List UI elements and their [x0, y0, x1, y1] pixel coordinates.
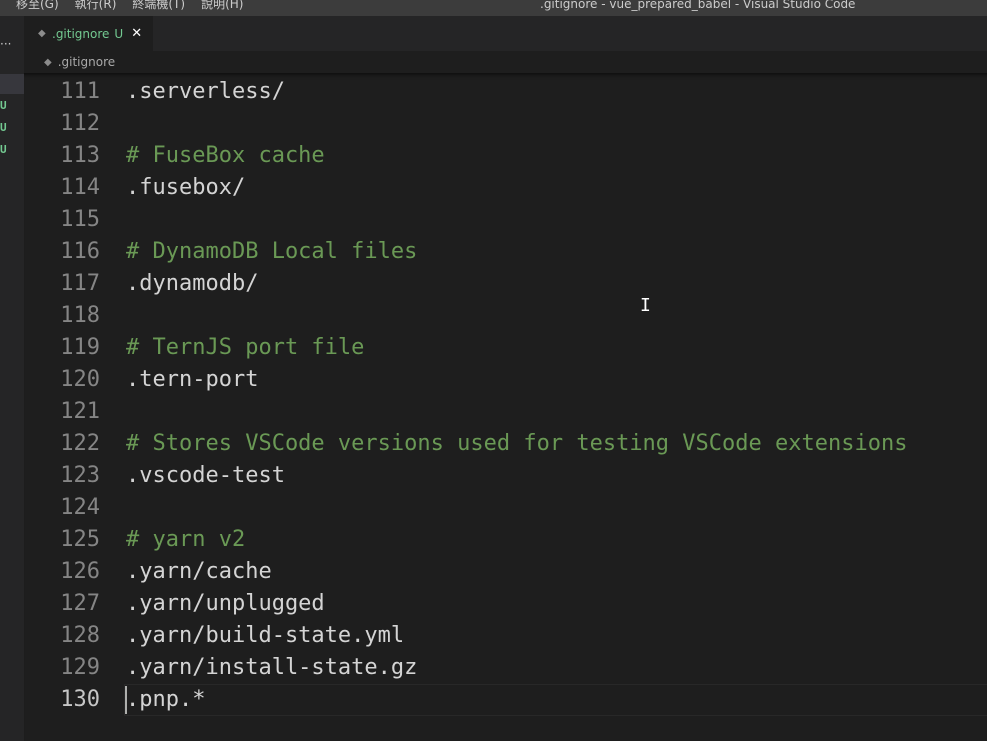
breadcrumb: ◆ .gitignore: [24, 51, 987, 73]
line-number: 112: [60, 111, 100, 136]
code-comment: # TernJS port file: [126, 335, 365, 360]
line-number: 118: [60, 303, 100, 328]
menu-run[interactable]: 執行(R): [75, 0, 117, 12]
menu-terminal[interactable]: 終端機(T): [132, 0, 185, 12]
code-text: .fusebox/: [126, 175, 246, 200]
breadcrumb-file[interactable]: .gitignore: [58, 55, 115, 69]
line-number: 122: [60, 431, 100, 456]
code-line[interactable]: 123 .vscode-test: [24, 460, 987, 492]
untracked-badge: U: [0, 121, 7, 134]
code-text: .serverless/: [126, 79, 285, 104]
code-line[interactable]: 122 # Stores VSCode versions used for tes…: [24, 428, 987, 460]
code-line[interactable]: 115: [24, 204, 987, 236]
code-line[interactable]: 121: [24, 396, 987, 428]
code-line[interactable]: 117 .dynamodb/: [24, 268, 987, 300]
code-line[interactable]: 114 .fusebox/: [24, 172, 987, 204]
line-number: 121: [60, 399, 100, 424]
close-icon[interactable]: ✕: [131, 26, 142, 41]
current-line-highlight: [124, 684, 987, 716]
code-comment: # DynamoDB Local files: [126, 239, 418, 264]
line-number: 124: [60, 495, 100, 520]
selected-explorer-item[interactable]: [0, 74, 24, 94]
code-text: .vscode-test: [126, 463, 285, 488]
code-line[interactable]: 112: [24, 108, 987, 140]
code-text: .yarn/build-state.yml: [126, 623, 405, 648]
line-number: 119: [60, 335, 100, 360]
line-number: 111: [60, 79, 100, 104]
menu-go[interactable]: 移至(G): [16, 0, 59, 12]
editor-tab-bar: ◆ .gitignore U ✕: [24, 16, 987, 51]
line-number: 127: [60, 591, 100, 616]
text-caret: [125, 686, 127, 714]
line-number: 117: [60, 271, 100, 296]
tab-label: .gitignore: [52, 26, 110, 41]
code-text: .dynamodb/: [126, 271, 259, 296]
line-number: 130: [60, 687, 100, 712]
code-text: .pnp.*: [126, 687, 206, 712]
line-number: 123: [60, 463, 100, 488]
line-number: 114: [60, 175, 100, 200]
line-number: 129: [60, 655, 100, 680]
code-text: .yarn/cache: [126, 559, 272, 584]
menu-bar: 移至(G) 執行(R) 終端機(T) 說明(H): [16, 0, 243, 12]
title-bar: 移至(G) 執行(R) 終端機(T) 說明(H) .gitignore - vu…: [0, 0, 987, 16]
code-line[interactable]: 119 # TernJS port file: [24, 332, 987, 364]
untracked-badge: U: [0, 143, 7, 156]
code-line[interactable]: 130 .pnp.*: [24, 684, 987, 716]
code-text: .yarn/unplugged: [126, 591, 325, 616]
code-comment: # yarn v2: [126, 527, 246, 552]
tab-gitignore[interactable]: ◆ .gitignore U ✕: [24, 16, 153, 51]
more-actions-icon[interactable]: ···: [0, 38, 11, 50]
line-number: 115: [60, 207, 100, 232]
code-comment: # Stores VSCode versions used for testin…: [126, 431, 908, 456]
code-text: .tern-port: [126, 367, 259, 392]
code-line[interactable]: 128 .yarn/build-state.yml: [24, 620, 987, 652]
window-title: .gitignore - vue_prepared_babel - Visual…: [540, 0, 856, 11]
code-line[interactable]: 127 .yarn/unplugged: [24, 588, 987, 620]
menu-help[interactable]: 說明(H): [201, 0, 243, 12]
explorer-sidebar: ··· U U U: [0, 16, 24, 741]
line-number: 128: [60, 623, 100, 648]
untracked-badge: U: [0, 99, 7, 112]
code-text: .yarn/install-state.gz: [126, 655, 418, 680]
code-line[interactable]: 116 # DynamoDB Local files: [24, 236, 987, 268]
code-line[interactable]: 124: [24, 492, 987, 524]
gitignore-file-icon: ◆: [44, 56, 52, 68]
untracked-status: U: [114, 26, 124, 41]
line-number: 125: [60, 527, 100, 552]
line-number: 113: [60, 143, 100, 168]
code-line[interactable]: 126 .yarn/cache: [24, 556, 987, 588]
code-line[interactable]: 111 .serverless/: [24, 76, 987, 108]
line-number: 120: [60, 367, 100, 392]
code-line[interactable]: 129 .yarn/install-state.gz: [24, 652, 987, 684]
vscode-window: 移至(G) 執行(R) 終端機(T) 說明(H) .gitignore - vu…: [0, 0, 987, 741]
code-editor[interactable]: I 111 .serverless/112 113 # FuseBox cache 11…: [24, 73, 987, 741]
line-number: 116: [60, 239, 100, 264]
code-line[interactable]: 125 # yarn v2: [24, 524, 987, 556]
code-line[interactable]: 120 .tern-port: [24, 364, 987, 396]
code-comment: # FuseBox cache: [126, 143, 325, 168]
line-number: 126: [60, 559, 100, 584]
gitignore-file-icon: ◆: [38, 28, 46, 39]
code-line[interactable]: 118: [24, 300, 987, 332]
code-line[interactable]: 113 # FuseBox cache: [24, 140, 987, 172]
